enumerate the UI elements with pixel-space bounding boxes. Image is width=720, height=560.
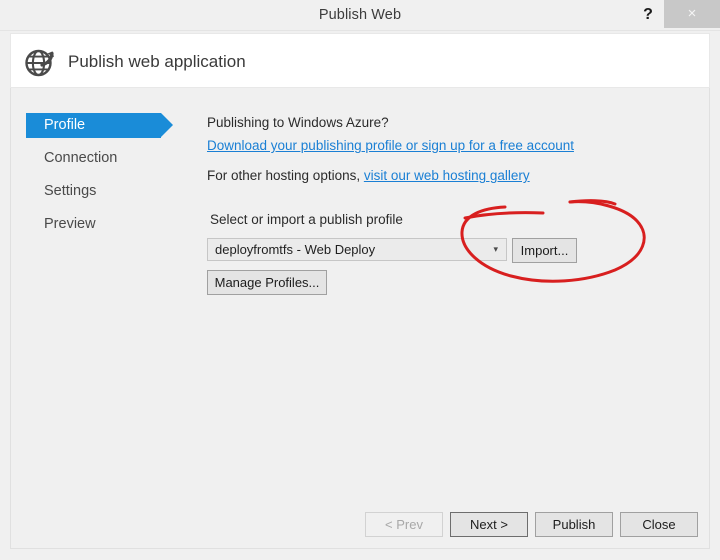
sidebar-item-settings[interactable]: Settings xyxy=(26,179,176,204)
next-button[interactable]: Next > xyxy=(450,512,528,537)
manage-profiles-button[interactable]: Manage Profiles... xyxy=(207,270,327,295)
hosting-options-prefix: For other hosting options, xyxy=(207,168,364,183)
sidebar-item-profile[interactable]: Profile xyxy=(26,113,173,138)
azure-question-text: Publishing to Windows Azure? xyxy=(207,115,389,130)
globe-publish-icon xyxy=(25,49,54,77)
sidebar-item-connection[interactable]: Connection xyxy=(26,146,176,171)
web-hosting-gallery-link[interactable]: visit our web hosting gallery xyxy=(364,168,530,183)
page-title: Publish web application xyxy=(68,52,246,71)
sidebar-item-label: Settings xyxy=(44,183,97,199)
close-window-button[interactable]: × xyxy=(664,0,720,28)
help-button[interactable]: ? xyxy=(632,0,664,30)
sidebar-item-label: Connection xyxy=(44,150,118,166)
hosting-options-line: For other hosting options, visit our web… xyxy=(207,166,530,186)
publish-profile-dropdown[interactable]: deployfromtfs - Web Deploy ▾ xyxy=(207,238,507,261)
select-profile-label: Select or import a publish profile xyxy=(210,212,403,227)
publish-button[interactable]: Publish xyxy=(535,512,613,537)
sidebar-item-label: Profile xyxy=(44,117,86,133)
publish-profile-value: deployfromtfs - Web Deploy xyxy=(215,242,376,257)
sidebar-item-preview[interactable]: Preview xyxy=(26,212,176,237)
prev-button[interactable]: < Prev xyxy=(365,512,443,537)
sidebar-item-label: Preview xyxy=(44,216,96,232)
azure-publish-profile-link[interactable]: Download your publishing profile or sign… xyxy=(207,138,574,153)
title-bar: Publish Web ? × xyxy=(0,0,720,31)
close-button[interactable]: Close xyxy=(620,512,698,537)
header-panel: Publish web application xyxy=(10,33,710,88)
import-button[interactable]: Import... xyxy=(512,238,577,263)
wizard-step-navigation: Profile Connection Settings Preview xyxy=(26,113,176,245)
chevron-down-icon: ▾ xyxy=(493,244,498,254)
window-title: Publish Web xyxy=(318,7,402,23)
